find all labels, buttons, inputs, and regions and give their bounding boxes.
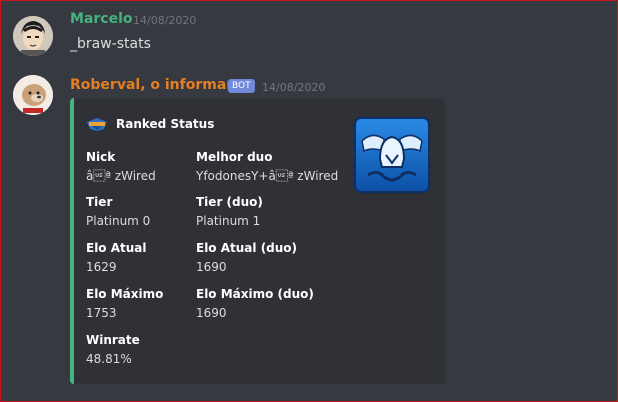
- field-value: YfodonesY+â ª zWired: [196, 169, 339, 183]
- field-elo-atual: Elo Atual 1629: [86, 241, 196, 274]
- field-name: Nick: [86, 150, 116, 164]
- dog-avatar-icon: [13, 75, 53, 115]
- field-value: 1629: [86, 260, 117, 274]
- field-name: Tier (duo): [196, 195, 263, 209]
- field-elo-atual-duo: Elo Atual (duo) 1690: [196, 241, 306, 274]
- embed-author: Ranked Status: [86, 116, 214, 132]
- field-tier-duo: Tier (duo) Platinum 1: [196, 195, 306, 228]
- bot-badge: BOT: [228, 79, 255, 93]
- message-content: _braw-stats: [70, 36, 151, 52]
- field-value: â ª zWired: [86, 169, 156, 183]
- field-name: Elo Atual: [86, 241, 147, 255]
- field-elo-maximo: Elo Máximo 1753: [86, 287, 196, 320]
- field-value: 1753: [86, 306, 117, 320]
- field-name: Tier: [86, 195, 113, 209]
- embed-ranked-status: Ranked Status Nick â ª zWired Melhor duo…: [70, 98, 445, 384]
- field-name: Elo Máximo (duo): [196, 287, 314, 301]
- field-winrate: Winrate 48.81%: [86, 333, 196, 366]
- embed-author-name: Ranked Status: [116, 117, 215, 131]
- field-name: Elo Atual (duo): [196, 241, 298, 255]
- field-value: Platinum 0: [86, 214, 151, 228]
- field-name: Winrate: [86, 333, 140, 347]
- message-timestamp: 14/08/2020: [133, 14, 197, 27]
- message-timestamp: 14/08/2020: [262, 81, 326, 94]
- field-name: Melhor duo: [196, 150, 273, 164]
- winged-helmet-icon[interactable]: [354, 117, 430, 193]
- field-melhor-duo: Melhor duo YfodonesY+â ª zWired: [196, 150, 339, 183]
- message-marcelo: Marcelo 14/08/2020 _braw-stats: [1, 1, 617, 61]
- author-name[interactable]: Roberval, o informante: [70, 77, 252, 93]
- field-value: Platinum 1: [196, 214, 261, 228]
- field-nick: Nick â ª zWired: [86, 150, 196, 183]
- brawlhalla-logo-icon: [86, 116, 108, 132]
- avatar-marcelo[interactable]: [13, 16, 53, 56]
- author-name[interactable]: Marcelo: [70, 11, 133, 27]
- field-value: 1690: [196, 260, 227, 274]
- field-elo-maximo-duo: Elo Máximo (duo) 1690: [196, 287, 314, 320]
- field-tier: Tier Platinum 0: [86, 195, 196, 228]
- user-avatar-icon: [13, 16, 53, 56]
- avatar-roberval[interactable]: [13, 75, 53, 115]
- field-value: 48.81%: [86, 352, 132, 366]
- field-value: 1690: [196, 306, 227, 320]
- field-name: Elo Máximo: [86, 287, 164, 301]
